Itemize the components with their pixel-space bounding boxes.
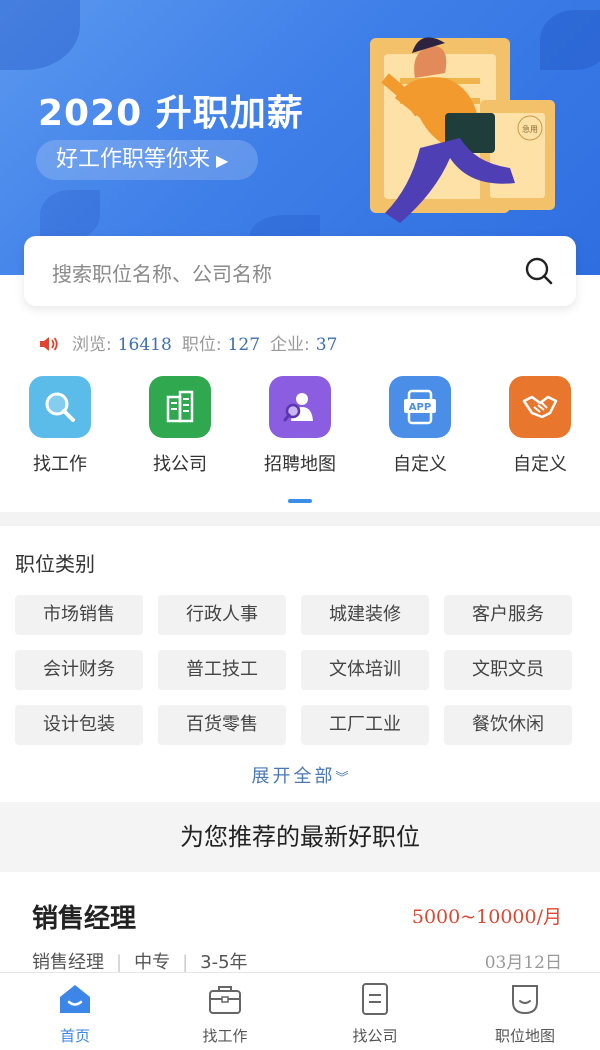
speaker-icon xyxy=(40,337,58,351)
leaf-decoration xyxy=(40,190,100,240)
banner-title: 2020 升职加薪 xyxy=(38,93,304,134)
views-count: 16418 xyxy=(117,335,172,355)
job-experience: 3-5年 xyxy=(200,952,248,973)
job-education: 中专 xyxy=(134,952,171,973)
site-stats: 浏览: 16418 职位: 127 企业: 37 xyxy=(38,330,347,355)
svg-text:APP: APP xyxy=(409,402,431,413)
quick-link-custom-app[interactable]: APP 自定义 xyxy=(360,376,480,476)
running-man-illustration: 急用 xyxy=(370,37,555,223)
badge-text: 急用 xyxy=(522,124,538,134)
category-tag[interactable]: 城建装修 xyxy=(301,595,429,635)
tab-label: 找公司 xyxy=(352,1027,398,1045)
category-tag[interactable]: 普工技工 xyxy=(158,650,286,690)
category-tag[interactable]: 设计包装 xyxy=(15,705,143,745)
quick-link-find-job[interactable]: 找工作 xyxy=(0,376,120,476)
promo-banner[interactable]: 2020 升职加薪 好工作职等你来 ▶ 急用 xyxy=(0,0,600,275)
job-title[interactable]: 销售经理 xyxy=(32,898,136,935)
category-tag[interactable]: 客户服务 xyxy=(444,595,572,635)
tab-find-company[interactable]: 找公司 xyxy=(300,981,450,1046)
quick-link-recruit-map[interactable]: 招聘地图 xyxy=(240,376,360,476)
leaf-decoration xyxy=(0,0,80,70)
category-tag[interactable]: 工厂工业 xyxy=(301,705,429,745)
job-position: 销售经理 xyxy=(32,952,104,973)
play-arrow-icon: ▶ xyxy=(216,151,229,170)
quick-link-label: 找公司 xyxy=(153,454,207,475)
category-tag[interactable]: 百货零售 xyxy=(158,705,286,745)
jobs-count: 127 xyxy=(227,335,261,355)
quick-link-find-company[interactable]: 找公司 xyxy=(120,376,240,476)
banner-subtitle: 好工作职等你来 xyxy=(56,147,211,172)
map-pin-icon xyxy=(450,981,600,1017)
expand-all-button[interactable]: 展开全部︾ xyxy=(0,762,600,788)
recommend-header: 为您推荐的最新好职位 xyxy=(0,802,600,872)
views-label: 浏览: xyxy=(72,335,112,355)
expand-all-label: 展开全部 xyxy=(251,766,336,787)
search-icon[interactable] xyxy=(524,256,554,286)
companies-label: 企业: xyxy=(270,335,310,355)
person-search-icon xyxy=(269,376,331,438)
category-tag[interactable]: 会计财务 xyxy=(15,650,143,690)
briefcase-icon xyxy=(150,981,300,1017)
category-tag[interactable]: 餐饮休闲 xyxy=(444,705,572,745)
section-divider xyxy=(0,512,600,526)
banner-subtitle-button[interactable]: 好工作职等你来 ▶ xyxy=(36,140,258,180)
building-icon xyxy=(149,376,211,438)
quick-link-label: 找工作 xyxy=(33,454,87,475)
tab-label: 职位地图 xyxy=(494,1027,555,1045)
jobs-label: 职位: xyxy=(181,335,222,355)
double-chevron-down-icon: ︾ xyxy=(335,771,349,786)
category-section-title: 职位类别 xyxy=(15,552,95,576)
search-bar[interactable]: 搜索职位名称、公司名称 xyxy=(24,236,576,306)
quick-link-label: 自定义 xyxy=(393,454,447,475)
tab-label: 首页 xyxy=(59,1027,90,1045)
quick-link-custom-handshake[interactable]: 自定义 xyxy=(480,376,600,476)
job-date: 03月12日 xyxy=(484,953,562,973)
companies-count: 37 xyxy=(315,335,338,355)
job-meta: 销售经理 | 中专 | 3-5年 xyxy=(32,952,248,973)
handshake-icon xyxy=(509,376,571,438)
tab-find-job[interactable]: 找工作 xyxy=(150,981,300,1046)
page-indicator xyxy=(288,499,312,503)
search-input[interactable]: 搜索职位名称、公司名称 xyxy=(52,258,272,287)
bottom-tab-bar: 首页 找工作 找公司 职位地图 xyxy=(0,972,600,1050)
magnifier-icon xyxy=(29,376,91,438)
category-tag[interactable]: 文体培训 xyxy=(301,650,429,690)
document-icon xyxy=(300,981,450,1017)
quick-links: 找工作 找公司 招聘地图 APP 自定义 自定义 xyxy=(0,376,600,486)
home-icon xyxy=(0,981,150,1017)
tab-job-map[interactable]: 职位地图 xyxy=(450,981,600,1046)
quick-link-label: 自定义 xyxy=(513,454,567,475)
job-salary: 5000~10000/月 xyxy=(411,906,562,928)
category-tag[interactable]: 市场销售 xyxy=(15,595,143,635)
category-tag[interactable]: 文职文员 xyxy=(444,650,572,690)
tab-label: 找工作 xyxy=(202,1027,248,1045)
quick-link-label: 招聘地图 xyxy=(264,454,336,475)
app-phone-icon: APP xyxy=(389,376,451,438)
tab-home[interactable]: 首页 xyxy=(0,981,150,1046)
category-tag[interactable]: 行政人事 xyxy=(158,595,286,635)
